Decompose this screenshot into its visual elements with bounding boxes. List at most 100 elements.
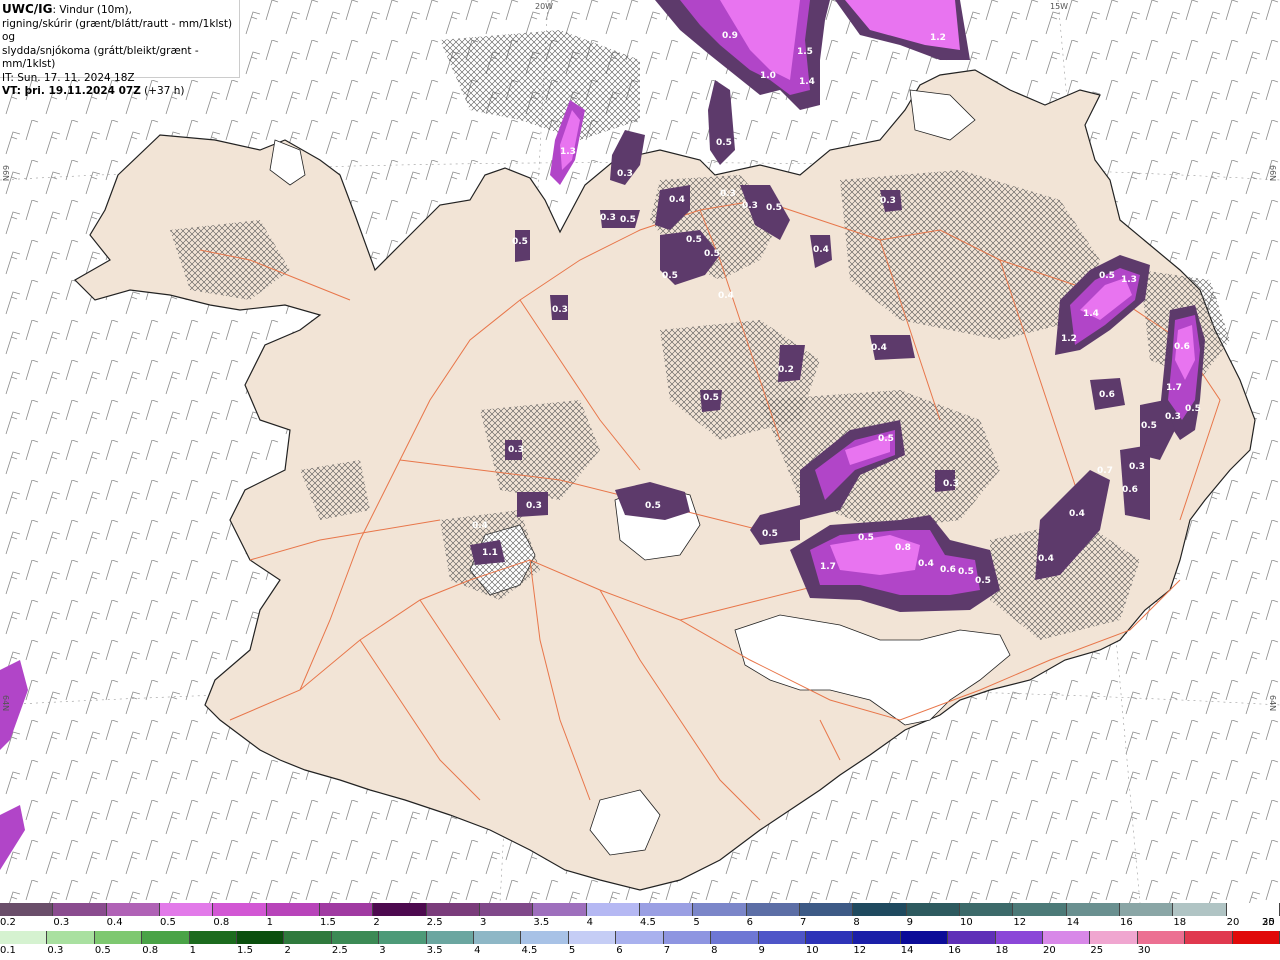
rain-scale-swatch	[663, 931, 712, 944]
rain-scale-swatch	[616, 931, 664, 944]
vt-value: þri. 19.11.2024 07Z	[20, 85, 141, 97]
precip-label: 0.5	[716, 138, 732, 148]
vt-label: VT:	[2, 85, 21, 97]
precip-label: 0.3	[617, 169, 633, 179]
weather-map: 0.9 1.5 1.0 1.4 1.2 1.3 0.5 0.3 0.4 0.5 …	[0, 0, 1280, 960]
precip-label: 0.5	[858, 533, 874, 543]
snow-scale-swatch	[0, 903, 54, 916]
rain-scale-label: 1.5	[237, 945, 253, 956]
precip-label: 0.3	[1129, 462, 1145, 472]
map-canvas: 0.9 1.5 1.0 1.4 1.2 1.3 0.5 0.3 0.4 0.5 …	[0, 0, 1280, 903]
model-name: UWC/IG	[2, 2, 53, 16]
rain-scale-label: 0.8	[142, 945, 159, 956]
rain-scale-label: 5	[568, 945, 576, 956]
rain-scale-swatch	[900, 931, 949, 944]
snow-scale-swatch	[373, 903, 427, 916]
precip-label: 0.3	[600, 213, 616, 223]
precip-label: 0.5	[1185, 404, 1201, 414]
snow-scale-label: 7	[800, 917, 807, 928]
snow-scale-label: 0.4	[106, 917, 123, 928]
axis-label-64n-right: 64N	[1268, 695, 1277, 712]
snow-scale-swatch	[746, 903, 800, 916]
rain-scale-swatch	[758, 931, 806, 944]
precip-label: 0.3	[508, 445, 524, 455]
rain-scale-swatch	[805, 931, 854, 944]
precip-label: 0.3	[552, 305, 568, 315]
rain-scale-label: 0.3	[47, 945, 64, 956]
rain-scale-label: 8	[711, 945, 718, 956]
snow-scale-label: 2.5	[426, 917, 443, 928]
snow-scale-swatch	[959, 903, 1014, 916]
rain-scale-label: 10	[805, 945, 819, 956]
snow-color-scale	[0, 903, 1280, 916]
rain-scale-label: 2	[284, 945, 291, 956]
precip-label: 1.3	[560, 147, 576, 157]
snow-scale-swatch	[853, 903, 907, 916]
header-line2: rigning/skúrir (grænt/blátt/rautt - mm/1…	[2, 17, 233, 44]
rain-scale-swatch	[853, 931, 901, 944]
snow-scale-swatch	[906, 903, 960, 916]
snow-scale-label: 1.5	[320, 917, 336, 928]
rain-scale-label: 1	[189, 945, 196, 956]
snow-scale-swatch	[1173, 903, 1227, 916]
rain-scale-label: 12	[853, 945, 867, 956]
snow-scale-label: 2	[373, 917, 380, 928]
rain-scale-label: 9	[758, 945, 765, 956]
precip-label: 0.5	[662, 271, 678, 281]
precip-label: 0.5	[975, 576, 991, 586]
it-label: IT:	[2, 71, 14, 84]
precip-label: 0.3	[943, 479, 959, 489]
precip-label: 1.5	[797, 47, 813, 57]
axis-label-66n-right: 66N	[1268, 165, 1277, 182]
snow-scale-swatch	[1226, 903, 1280, 916]
rain-scale-swatch	[995, 931, 1043, 944]
snow-scale-label: 18	[1173, 917, 1187, 928]
snow-scale-label: 8	[853, 917, 860, 928]
snow-scale-label: 0.8	[213, 917, 230, 928]
snow-scale-swatch	[533, 903, 587, 916]
rain-scale-swatch	[379, 931, 427, 944]
precip-label: 0.4	[472, 521, 488, 531]
rain-scale-label: 20	[1042, 945, 1056, 956]
snow-scale-label: 5	[693, 917, 700, 928]
precip-label: 0.3	[742, 201, 758, 211]
precip-label: 0.5	[1141, 421, 1157, 431]
rain-scale-swatch	[426, 931, 475, 944]
precip-label: 0.5	[1099, 271, 1115, 281]
precip-label: 0.4	[1038, 554, 1054, 564]
axis-label-66n-left: 66N	[1, 165, 10, 182]
axis-label-20w: 20W	[535, 2, 554, 11]
rain-scale-label: 16	[948, 945, 961, 956]
header-line1: : Vindur (10m),	[52, 4, 132, 16]
rain-scale-swatch	[1137, 931, 1186, 944]
snow-scale-label: 4.5	[640, 917, 656, 928]
precip-label: 0.4	[1069, 509, 1085, 519]
snow-scale-label: 0.2	[0, 917, 16, 928]
rain-scale-swatch	[1042, 931, 1091, 944]
rain-scale-swatch	[1185, 931, 1233, 944]
precip-label: 0.3	[720, 189, 736, 199]
snow-scale-swatch	[53, 903, 107, 916]
snow-scale-label: 1	[266, 917, 274, 928]
snow-scale-label: 0.5	[160, 917, 176, 928]
axis-label-64n-left: 64N	[1, 695, 10, 712]
rain-scale-swatch	[47, 931, 95, 944]
precip-label: 0.6	[1122, 485, 1138, 495]
snow-scale-swatch	[799, 903, 854, 916]
snow-scale-swatch	[1013, 903, 1067, 916]
snow-scale-label: 30	[1262, 917, 1275, 928]
rain-scale-label: 18	[995, 945, 1009, 956]
precip-label: 0.7	[1097, 466, 1113, 476]
rain-scale-swatch	[1232, 931, 1280, 944]
precip-label: 0.4	[813, 245, 829, 255]
snow-scale-label: 12	[1013, 917, 1027, 928]
rain-scale-label: 2.5	[331, 945, 348, 956]
snow-scale-swatch	[106, 903, 160, 916]
precip-label: 0.8	[895, 543, 911, 553]
precip-label: 0.5	[645, 501, 661, 511]
precip-label: 0.6	[1174, 342, 1190, 352]
precip-label: 0.5	[704, 249, 720, 259]
rain-scale-swatch	[474, 931, 522, 944]
snow-scale-label: 16	[1120, 917, 1133, 928]
snow-scale-label: 20	[1226, 917, 1240, 928]
